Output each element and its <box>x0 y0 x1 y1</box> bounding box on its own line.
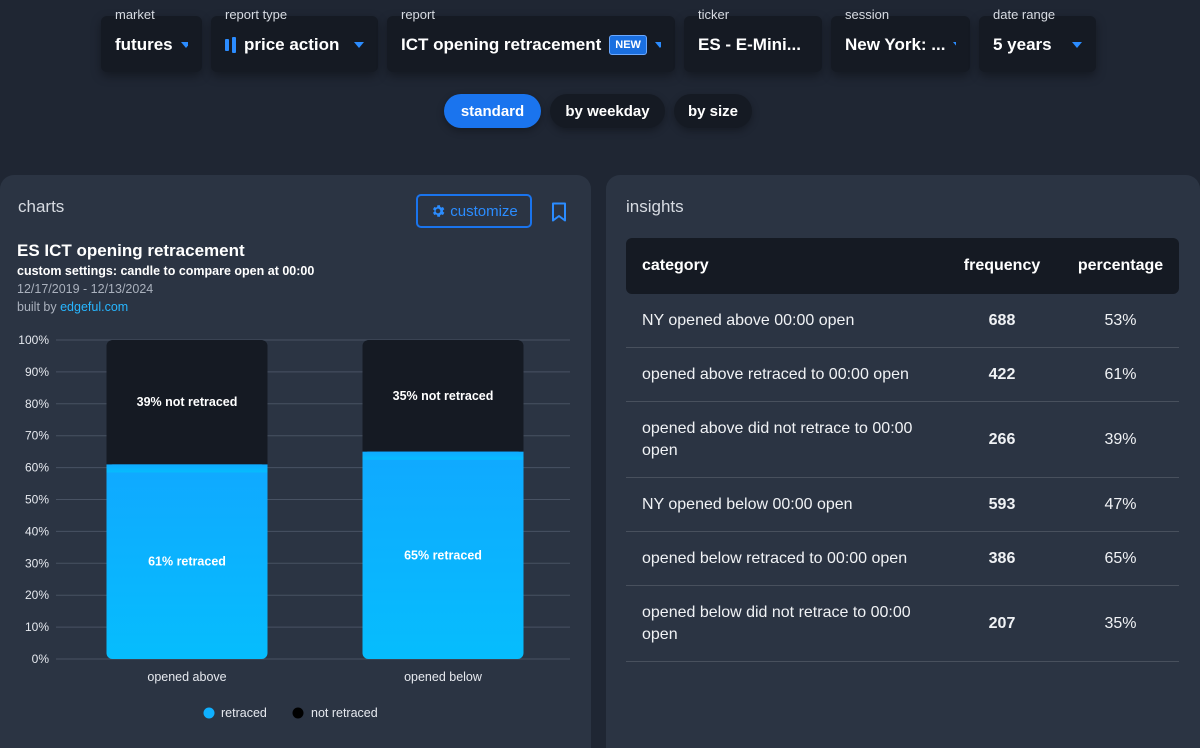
legend-swatch-not-retraced <box>292 707 304 719</box>
table-row: opened above did not retrace to 00:00 op… <box>626 402 1179 478</box>
date-range-label: date range <box>993 7 1056 22</box>
chevron-down-icon <box>654 42 661 48</box>
table-row: NY opened below 00:00 open 593 47% <box>626 478 1179 532</box>
market-selector[interactable]: market futures <box>101 7 202 72</box>
row-category: NY opened below 00:00 open <box>642 495 853 513</box>
tab-by-size[interactable]: by size <box>674 94 752 128</box>
data-label-retraced: 61% retraced <box>148 555 226 569</box>
y-tick-label: 60% <box>25 461 49 475</box>
bar-retraced-top-edge <box>362 451 524 460</box>
table-row: opened below retraced to 00:00 open 386 … <box>626 532 1179 586</box>
ticker-selector[interactable]: ticker ES - E-Mini... <box>684 7 822 72</box>
table-header: category frequency percentage <box>626 238 1179 294</box>
edgeful-link[interactable]: edgeful.com <box>60 300 128 314</box>
y-tick-label: 90% <box>25 365 49 379</box>
candlestick-icon <box>225 37 236 53</box>
x-tick-label: opened above <box>147 670 226 684</box>
report-type-selector[interactable]: report type price action <box>211 7 378 72</box>
ticker-value: ES - E-Mini... <box>698 35 801 54</box>
row-category: opened below did not retrace to 00:00 op… <box>642 603 911 643</box>
bookmark-icon[interactable] <box>551 202 567 222</box>
date-range-value: 5 years <box>993 35 1052 54</box>
row-frequency: 207 <box>988 614 1016 632</box>
row-category: NY opened above 00:00 open <box>642 311 855 329</box>
charts-panel-title: charts <box>18 197 65 216</box>
column-header-percentage[interactable]: percentage <box>1062 257 1179 275</box>
column-header-category[interactable]: category <box>626 255 942 277</box>
chart-date-range: 12/17/2019 - 12/13/2024 <box>17 282 154 296</box>
built-by-prefix: built by <box>17 300 61 314</box>
y-tick-label: 70% <box>25 429 49 443</box>
data-label-retraced: 65% retraced <box>404 548 482 562</box>
session-label: session <box>845 7 890 22</box>
data-label-not-retraced: 35% not retraced <box>393 389 494 403</box>
insights-table: category frequency percentage NY opened … <box>626 238 1179 662</box>
report-selector[interactable]: report ICT opening retracement NEW <box>387 7 675 72</box>
chevron-down-icon <box>953 42 956 48</box>
chart-attribution: built by edgeful.com <box>17 300 128 314</box>
chevron-down-icon <box>354 42 364 48</box>
customize-label: customize <box>450 202 518 220</box>
tab-by-weekday[interactable]: by weekday <box>550 94 665 128</box>
table-row: NY opened above 00:00 open 688 53% <box>626 294 1179 348</box>
chevron-down-icon <box>180 42 188 48</box>
session-selector[interactable]: session New York: ... <box>831 7 970 72</box>
insights-panel: insights category frequency percentage N… <box>606 175 1200 748</box>
report-type-value: price action <box>244 35 340 54</box>
column-header-frequency[interactable]: frequency <box>942 257 1062 275</box>
session-value: New York: ... <box>845 35 946 54</box>
row-frequency: 688 <box>988 311 1016 329</box>
row-frequency: 422 <box>988 365 1016 383</box>
market-label: market <box>115 7 155 22</box>
row-frequency: 386 <box>988 549 1016 567</box>
x-tick-label: opened below <box>404 670 483 684</box>
tab-standard[interactable]: standard <box>444 94 541 128</box>
row-percentage: 35% <box>1104 614 1137 632</box>
table-row: opened above retraced to 00:00 open 422 … <box>626 348 1179 402</box>
row-percentage: 39% <box>1104 430 1137 448</box>
chart-settings: custom settings: candle to compare open … <box>17 264 315 278</box>
y-tick-label: 20% <box>25 588 49 602</box>
legend-label-not-retraced: not retraced <box>311 706 378 720</box>
row-category: opened above did not retrace to 00:00 op… <box>642 419 913 459</box>
y-tick-label: 0% <box>32 652 50 666</box>
y-tick-label: 100% <box>18 333 49 347</box>
customize-button[interactable]: customize <box>416 194 532 228</box>
data-label-not-retraced: 39% not retraced <box>137 395 238 409</box>
row-frequency: 266 <box>988 430 1016 448</box>
chevron-down-icon <box>1072 42 1082 48</box>
row-frequency: 593 <box>988 495 1016 513</box>
report-value: ICT opening retracement <box>401 35 602 54</box>
report-label: report <box>401 7 435 22</box>
ticker-label: ticker <box>698 7 730 22</box>
row-category: opened below retraced to 00:00 open <box>642 549 908 567</box>
y-tick-label: 50% <box>25 493 49 507</box>
table-row: opened below did not retrace to 00:00 op… <box>626 586 1179 662</box>
new-badge: NEW <box>609 35 647 55</box>
chart-title: ES ICT opening retracement <box>17 241 245 260</box>
gear-icon <box>433 205 445 217</box>
y-tick-label: 30% <box>25 556 49 570</box>
legend-swatch-retraced <box>203 707 215 719</box>
insights-panel-title: insights <box>626 197 684 216</box>
market-value: futures <box>115 35 173 54</box>
y-tick-label: 40% <box>25 524 49 538</box>
date-range-selector[interactable]: date range 5 years <box>979 7 1096 72</box>
charts-panel: charts customize ES ICT opening retracem… <box>0 175 591 748</box>
report-type-label: report type <box>225 7 288 22</box>
y-tick-label: 10% <box>25 620 49 634</box>
stacked-bar-chart: 0% 10% 20% 30% 40% 50% 60% 70% 80% 90% 100% 39% not… <box>18 333 570 720</box>
bar-retraced-top-edge <box>106 464 268 473</box>
row-percentage: 47% <box>1104 495 1137 513</box>
row-percentage: 61% <box>1104 365 1137 383</box>
row-category: opened above retraced to 00:00 open <box>642 365 909 383</box>
row-percentage: 53% <box>1104 311 1137 329</box>
legend-label-retraced: retraced <box>221 706 267 720</box>
y-tick-label: 80% <box>25 397 49 411</box>
row-percentage: 65% <box>1104 549 1137 567</box>
